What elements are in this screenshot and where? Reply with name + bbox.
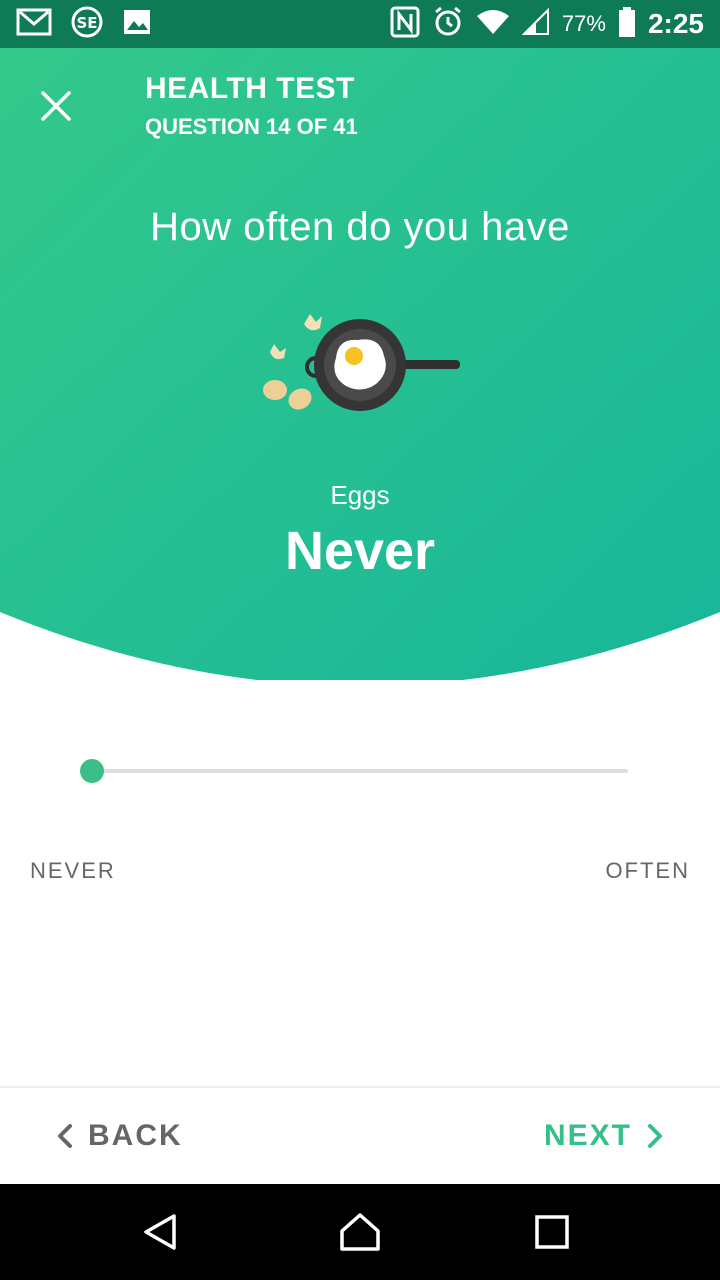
- nav-home-button[interactable]: [330, 1202, 390, 1262]
- wifi-icon: [476, 8, 510, 41]
- clock: 2:25: [647, 8, 704, 39]
- scale-min-label: NEVER: [30, 858, 116, 883]
- chevron-left-icon: [58, 1124, 72, 1148]
- answer-value: Never: [284, 521, 436, 581]
- system-nav-bar: [0, 1184, 720, 1280]
- status-bar: SE 77% 2:25: [0, 0, 720, 48]
- gmail-icon: [16, 7, 52, 42]
- next-label: NEXT: [543, 1119, 632, 1152]
- slider-track[interactable]: [92, 769, 628, 773]
- scale-max-label: OFTEN: [605, 858, 690, 883]
- page-title: HEALTH TEST: [145, 72, 355, 105]
- chevron-right-icon: [648, 1124, 662, 1148]
- gallery-icon: [122, 8, 152, 41]
- battery-icon: [618, 6, 636, 42]
- nav-back-button[interactable]: [130, 1202, 190, 1262]
- recents-icon: [535, 1215, 569, 1249]
- back-button[interactable]: BACK: [56, 1112, 183, 1160]
- signal-icon: [521, 7, 550, 41]
- svg-text:SE: SE: [76, 14, 97, 32]
- nav-recents-button[interactable]: [522, 1202, 582, 1262]
- slider-thumb[interactable]: [80, 759, 104, 783]
- close-icon: [41, 91, 71, 121]
- nfc-icon: [390, 6, 420, 43]
- back-label: BACK: [88, 1119, 183, 1152]
- frequency-slider[interactable]: [80, 756, 630, 786]
- close-button[interactable]: [34, 84, 78, 128]
- triangle-back-icon: [144, 1214, 176, 1250]
- se-icon: SE: [70, 5, 104, 44]
- divider: [0, 1086, 720, 1088]
- fried-egg-pan-icon: [258, 310, 468, 425]
- question-text: How often do you have: [150, 205, 570, 249]
- alarm-icon: [432, 6, 464, 43]
- food-name: Eggs: [330, 480, 390, 510]
- next-button[interactable]: NEXT: [544, 1112, 664, 1160]
- home-icon: [340, 1213, 380, 1251]
- question-counter: QUESTION 14 OF 41: [145, 114, 358, 139]
- battery-percent: 77%: [561, 11, 606, 36]
